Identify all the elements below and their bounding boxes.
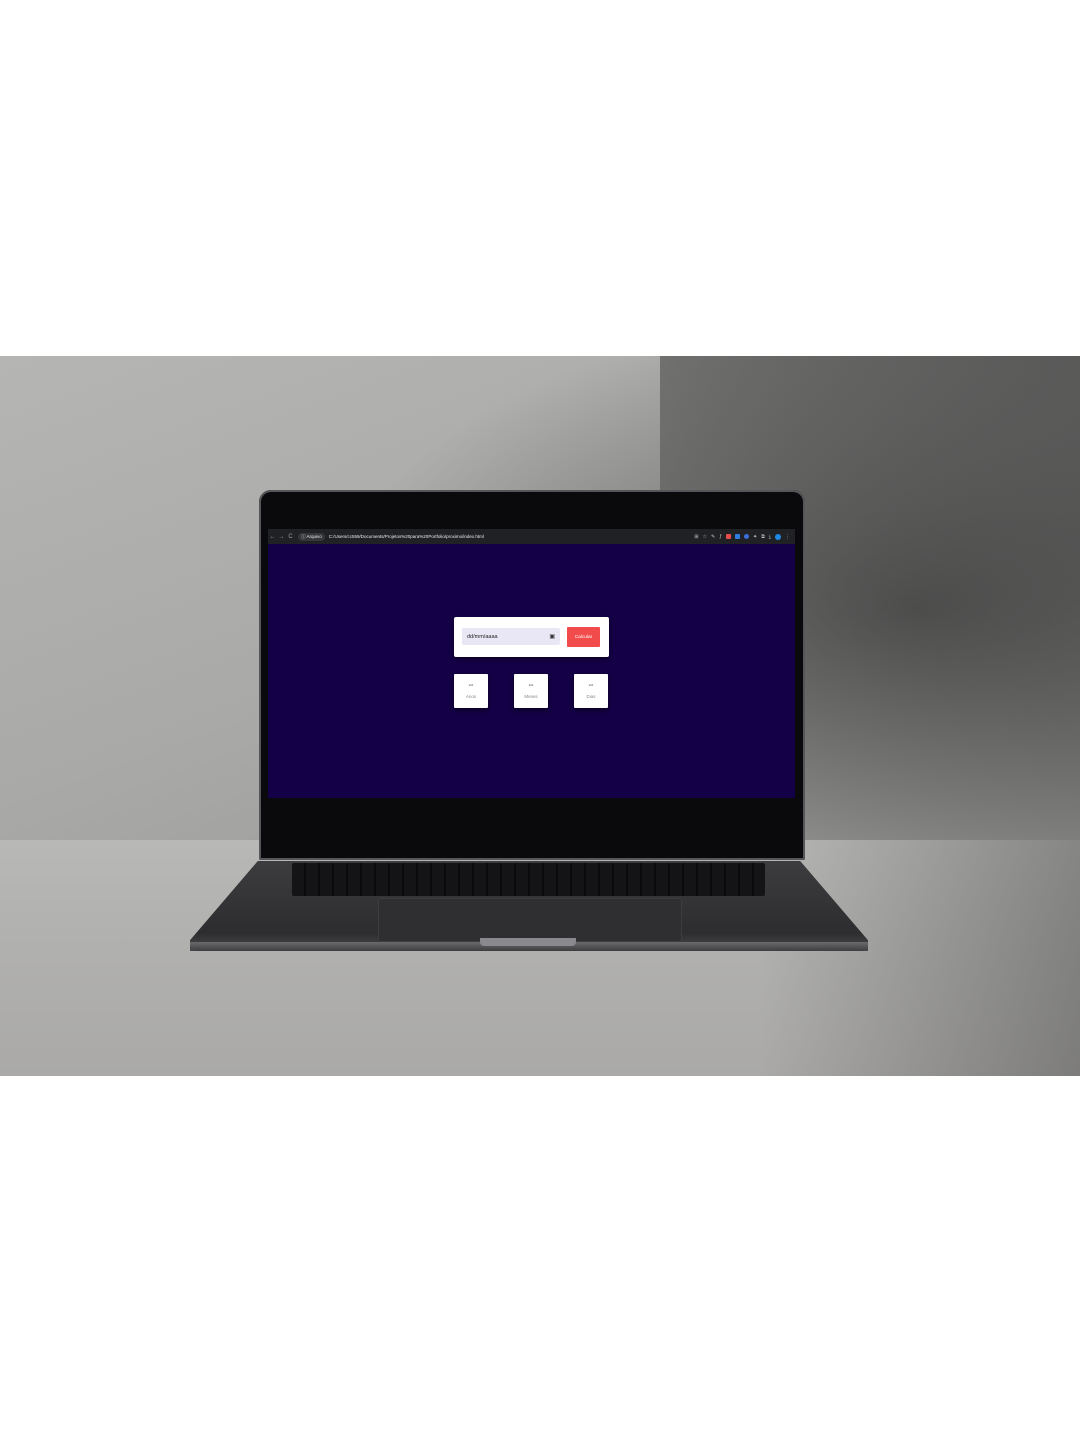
date-form-card: dd/mm/aaaa ▣ Calcular <box>454 617 609 657</box>
avatar[interactable] <box>775 533 781 540</box>
reload-icon[interactable]: C <box>286 534 295 540</box>
years-label: Anos <box>465 694 477 699</box>
laptop-photo: ← → C ⓘ Arquivo C:/Users/cc559/Documents… <box>0 356 1080 1076</box>
bookmark-star-icon[interactable]: ☆ <box>703 534 707 540</box>
months-label: Meses <box>524 694 538 699</box>
days-value: -- <box>588 682 594 689</box>
extensions-area: ⊞ ☆ ✎ ƒ ✦ ⧉ ⤓ ⋮ <box>694 533 795 540</box>
result-card-days: -- Dias <box>574 674 608 708</box>
result-card-months: -- Meses <box>514 674 548 708</box>
info-icon: ⓘ <box>301 533 306 539</box>
calendar-icon[interactable]: ▣ <box>549 633 555 640</box>
calculate-button[interactable]: Calcular <box>567 627 600 647</box>
download-icon[interactable]: ⤓ <box>769 534 771 540</box>
menu-dots-icon[interactable]: ⋮ <box>785 534 790 540</box>
address-bar[interactable]: C:/Users/cc559/Documents/Projetos%20para… <box>329 534 484 539</box>
extension-red-icon[interactable] <box>726 534 731 539</box>
date-placeholder: dd/mm/aaaa <box>467 633 498 640</box>
years-value: -- <box>468 682 474 689</box>
browser-toolbar: ← → C ⓘ Arquivo C:/Users/cc559/Documents… <box>268 529 795 544</box>
laptop-screen: ← → C ⓘ Arquivo C:/Users/cc559/Documents… <box>268 529 795 845</box>
trackpad <box>378 898 682 942</box>
days-label: Dias <box>586 694 596 699</box>
birthdate-input[interactable]: dd/mm/aaaa ▣ <box>462 628 560 645</box>
back-icon[interactable]: ← <box>268 534 277 540</box>
screen-bezel-bottom <box>268 798 795 845</box>
site-info-label: Arquivo <box>306 534 322 539</box>
pen-icon[interactable]: ✎ <box>711 534 715 540</box>
keyboard <box>292 863 765 896</box>
result-card-years: -- Anos <box>454 674 488 708</box>
site-info-chip[interactable]: ⓘ Arquivo <box>298 532 325 541</box>
lid-notch <box>480 938 576 946</box>
formula-icon[interactable]: ƒ <box>719 534 722 540</box>
forward-icon[interactable]: → <box>277 534 286 540</box>
months-value: -- <box>528 682 534 689</box>
translate-icon[interactable]: ⊞ <box>694 534 698 540</box>
puzzle-icon[interactable]: ⧉ <box>761 534 765 540</box>
extension-blue-icon[interactable] <box>735 534 740 539</box>
extension-feather-icon[interactable]: ✦ <box>753 534 757 540</box>
extension-circle-icon[interactable] <box>744 534 749 539</box>
